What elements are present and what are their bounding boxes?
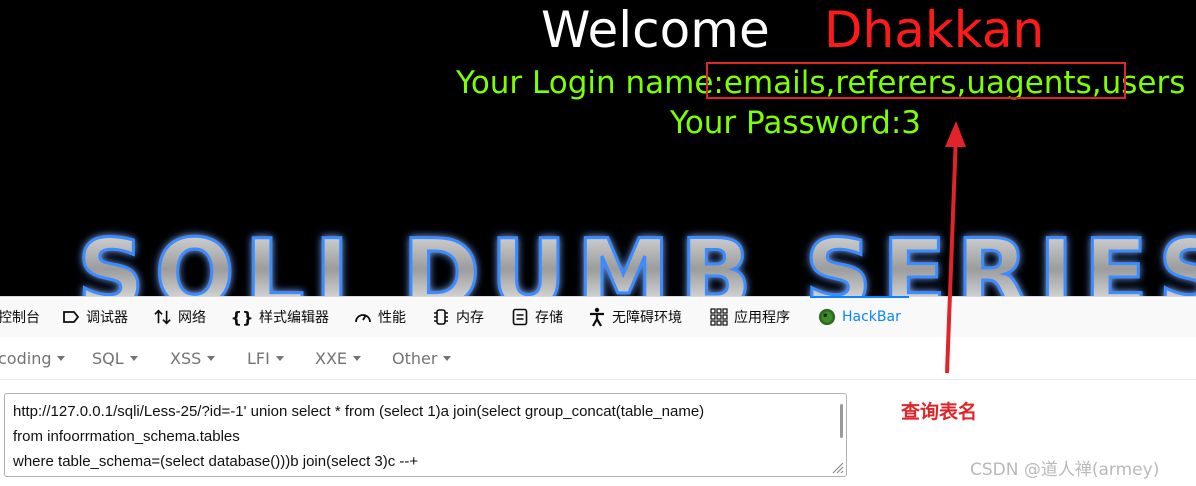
braces-icon: {} [230,307,254,327]
chevron-down-icon [275,355,284,361]
banner-text: SQLI DUMB SERIES [77,222,1196,296]
vertical-scrollbar[interactable] [840,404,843,438]
welcome-text: Welcome [541,1,770,59]
chevron-down-icon [353,355,362,361]
tab-network[interactable]: 网络 [154,297,206,337]
tab-label-accessibility: 无障碍环境 [612,310,682,326]
menu-sql[interactable]: SQL [92,337,138,379]
menu-sql-label: SQL [92,348,124,368]
tab-label-hackbar: HackBar [842,309,901,325]
tab-label-network: 网络 [178,310,206,326]
devtools-tab-bar: 控制台 调试器 网络 {} 样式编辑器 性能 内存 存储 无障碍环境 应用程序 … [0,296,1196,338]
menu-other-label: Other [392,348,438,368]
menu-xxe-label: XXE [315,348,348,368]
web-page-output: Welcome Dhakkan Your Login name:emails,r… [0,0,1196,296]
menu-xss-label: XSS [170,348,202,368]
hackbar-icon [818,308,836,326]
resize-handle-icon[interactable] [830,460,844,474]
menu-other[interactable]: Other [392,337,452,379]
tab-performance[interactable]: 性能 [354,297,406,337]
chevron-down-icon [129,355,138,361]
login-name-label: Your Login name: [456,65,724,101]
welcome-heading: Welcome Dhakkan [0,2,1196,58]
storage-icon [511,308,529,326]
accessibility-icon [588,307,606,327]
tab-style-editor[interactable]: {} 样式编辑器 [231,297,329,337]
memory-chip-icon [432,308,450,326]
menu-lfi[interactable]: LFI [247,337,284,379]
annotation-note: 查询表名 [901,401,978,423]
tab-label-storage: 存储 [535,310,563,326]
tab-label-memory: 内存 [456,310,484,326]
menu-xxe[interactable]: XXE [315,337,362,379]
tab-label-application: 应用程序 [734,310,790,326]
debugger-icon [62,308,80,326]
tab-label-style-editor: 样式编辑器 [259,310,329,326]
username-text: Dhakkan [824,1,1045,59]
csdn-watermark: CSDN @道人禅(armey) [970,460,1160,480]
menu-encoding-label: coding [0,348,52,368]
tab-hackbar[interactable]: HackBar [810,296,909,337]
url-textarea[interactable]: http://127.0.0.1/sqli/Less-25/?id=-1' un… [4,393,847,477]
grid-apps-icon [710,308,728,326]
menu-xss[interactable]: XSS [170,337,216,379]
tab-console[interactable]: 控制台 [0,297,40,337]
highlight-box [706,62,1126,99]
gauge-icon [354,308,372,326]
url-text[interactable]: http://127.0.0.1/sqli/Less-25/?id=-1' un… [13,399,828,474]
chevron-down-icon [207,355,216,361]
password-line: Your Password:3 [670,105,921,141]
tab-memory[interactable]: 内存 [432,297,484,337]
sqli-dumb-series-banner: SQLI DUMB SERIES [75,222,1196,296]
tab-label-debugger: 调试器 [86,310,128,326]
tab-accessibility[interactable]: 无障碍环境 [588,297,682,337]
tab-debugger[interactable]: 调试器 [62,297,128,337]
tab-label-performance: 性能 [378,310,406,326]
hackbar-menu: coding SQL XSS LFI XXE Other [0,337,1196,380]
red-arrow-annotation [945,121,966,374]
tab-application[interactable]: 应用程序 [710,297,790,337]
tab-storage[interactable]: 存储 [511,297,563,337]
chevron-down-icon [443,355,452,361]
menu-lfi-label: LFI [247,348,270,368]
menu-encoding[interactable]: coding [0,337,66,379]
chevron-down-icon [57,355,66,361]
network-arrows-icon [154,308,172,326]
tab-label-console: 控制台 [0,310,40,326]
